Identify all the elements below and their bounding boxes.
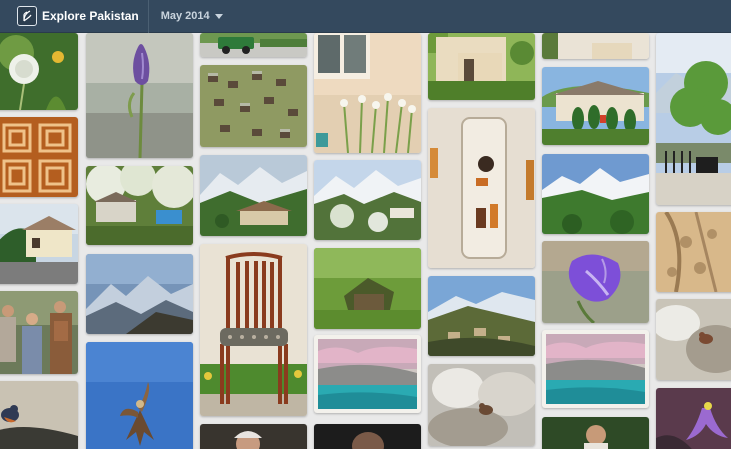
photo-mountain-valley[interactable] xyxy=(200,155,307,236)
photo-green-jeep[interactable] xyxy=(200,33,307,57)
photo-shadow-wall[interactable] xyxy=(656,212,731,292)
photo-rock-bird[interactable] xyxy=(428,364,535,446)
month-selector[interactable]: May 2014 xyxy=(161,10,223,22)
photo-blossom-lake[interactable] xyxy=(542,330,649,408)
photo-purple-iris-bud[interactable] xyxy=(86,33,193,158)
photo-yellow-building[interactable] xyxy=(428,33,535,100)
photo-grid xyxy=(0,33,731,449)
photo-portrait[interactable] xyxy=(314,424,421,449)
photo-garden-house[interactable] xyxy=(542,67,649,145)
photo-window-flowers[interactable] xyxy=(314,33,421,153)
photo-flying-eagle[interactable] xyxy=(86,342,193,449)
photo-mountain-tree[interactable] xyxy=(656,33,731,205)
photo-purple-iris[interactable] xyxy=(542,241,649,323)
photo-wooden-door[interactable] xyxy=(428,108,535,268)
photo-women-outdoors[interactable] xyxy=(0,291,78,374)
photo-sky-strip[interactable] xyxy=(542,33,649,59)
chevron-down-icon xyxy=(214,13,223,19)
month-label: May 2014 xyxy=(160,10,210,22)
photo-blossom-lake[interactable] xyxy=(314,335,421,413)
photo-rock-bird[interactable] xyxy=(656,299,731,380)
photo-snowy-mountains[interactable] xyxy=(314,160,421,240)
photo-wooden-lattice[interactable] xyxy=(0,117,78,197)
photo-wooden-chair[interactable] xyxy=(200,244,307,416)
photo-perched-bird[interactable] xyxy=(0,381,78,449)
photo-grassy-hut[interactable] xyxy=(314,248,421,329)
divider xyxy=(147,0,149,33)
logo-icon[interactable] xyxy=(17,6,37,26)
photo-dandelion[interactable] xyxy=(0,33,78,110)
photo-forest-person[interactable] xyxy=(542,417,649,449)
photo-purple-flower[interactable] xyxy=(656,388,731,449)
photo-village-houses[interactable] xyxy=(0,204,78,284)
photo-valley-houses[interactable] xyxy=(428,276,535,356)
photo-portrait[interactable] xyxy=(200,424,307,449)
photo-blossom-garden[interactable] xyxy=(86,166,193,245)
top-navigation-bar: Explore Pakistan May 2014 xyxy=(0,0,731,33)
photo-mountain-vista[interactable] xyxy=(86,254,193,334)
photo-snowy-peaks[interactable] xyxy=(542,154,649,234)
photo-hillside-huts[interactable] xyxy=(200,65,307,147)
app-title[interactable]: Explore Pakistan xyxy=(42,9,139,23)
